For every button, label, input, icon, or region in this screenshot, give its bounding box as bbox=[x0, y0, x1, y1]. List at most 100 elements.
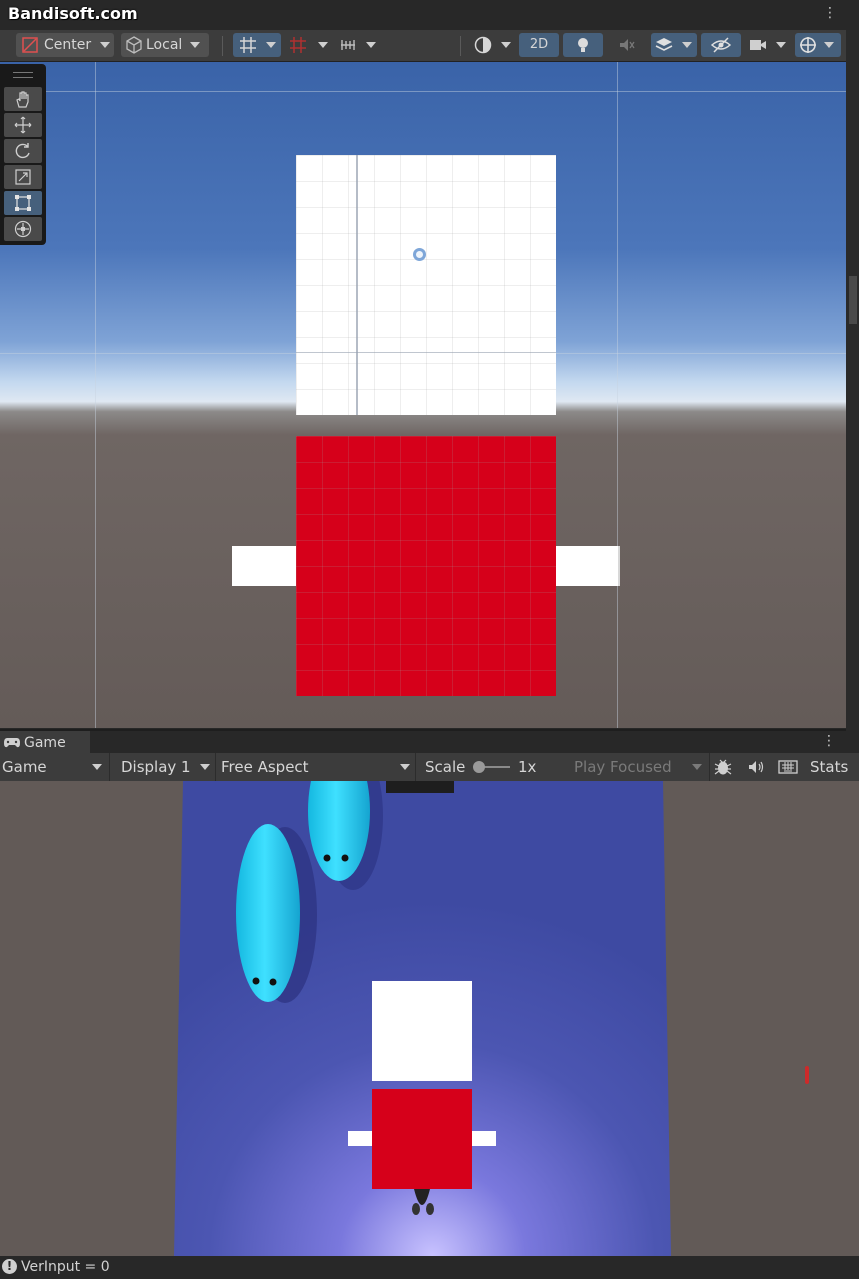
grid-line bbox=[95, 62, 96, 728]
play-mode-dropdown[interactable]: Play Focused bbox=[566, 753, 710, 781]
scrollbar-thumb[interactable] bbox=[849, 276, 857, 324]
gamepad-icon bbox=[4, 738, 20, 748]
ruler-icon bbox=[341, 40, 355, 50]
right-scrollbar[interactable] bbox=[846, 30, 859, 730]
gizmos-dropdown[interactable] bbox=[795, 33, 841, 57]
lighting-toggle[interactable] bbox=[563, 33, 603, 57]
mode-2d-label: 2D bbox=[529, 37, 549, 52]
fish-eye bbox=[269, 978, 277, 986]
play-mode-label: Play Focused bbox=[574, 758, 672, 776]
pivot-mode-label: Center bbox=[44, 37, 92, 53]
rotate-icon bbox=[15, 143, 30, 159]
pivot-rotation-dropdown[interactable]: Local bbox=[121, 33, 209, 57]
slider-thumb[interactable] bbox=[473, 761, 485, 773]
grid-line bbox=[617, 62, 618, 728]
chevron-down-icon bbox=[501, 42, 511, 48]
scale-slider[interactable]: Scale 1x bbox=[420, 753, 566, 781]
keyboard-icon bbox=[778, 760, 798, 774]
scale-tool-button[interactable] bbox=[4, 165, 42, 189]
red-block[interactable] bbox=[372, 1089, 472, 1189]
tab-game-label: Game bbox=[24, 735, 66, 751]
chevron-down-icon bbox=[100, 42, 111, 48]
keyboard-shortcuts-toggle[interactable] bbox=[777, 757, 799, 777]
rect-icon bbox=[15, 195, 31, 211]
audio-toggle[interactable] bbox=[607, 33, 647, 57]
pivot-icon bbox=[22, 37, 38, 53]
kebab-menu-icon[interactable]: ⋮ bbox=[823, 6, 837, 20]
game-mode-dropdown[interactable]: Game bbox=[0, 753, 110, 781]
scale-label: Scale bbox=[425, 758, 466, 776]
red-block[interactable] bbox=[296, 436, 556, 696]
transform-icon bbox=[14, 220, 32, 238]
player-leg bbox=[412, 1203, 420, 1215]
light-icon bbox=[578, 38, 588, 52]
rotate-tool-button[interactable] bbox=[4, 139, 42, 163]
game-render bbox=[174, 781, 809, 1256]
move-icon bbox=[14, 116, 32, 134]
camera-icon bbox=[750, 40, 766, 50]
increment-snap-toggle[interactable] bbox=[284, 33, 330, 57]
pivot-rotation-label: Local bbox=[146, 37, 183, 53]
debug-toggle[interactable] bbox=[712, 757, 734, 777]
fish-enemy[interactable] bbox=[236, 824, 300, 1002]
game-toolbar: Game Display 1 Free Aspect Scale 1x Play… bbox=[0, 753, 859, 781]
display-dropdown[interactable]: Display 1 bbox=[116, 753, 216, 781]
chevron-down-icon bbox=[776, 42, 786, 48]
shading-mode-dropdown[interactable] bbox=[470, 33, 516, 57]
tool-palette bbox=[0, 64, 46, 245]
console-message[interactable]: VerInput = 0 bbox=[21, 1256, 110, 1279]
camera-dropdown[interactable] bbox=[745, 33, 791, 57]
game-view[interactable] bbox=[0, 781, 846, 1256]
pivot-mode-dropdown[interactable]: Center bbox=[16, 33, 114, 57]
stats-button[interactable]: Stats bbox=[810, 753, 848, 781]
gizmo-icon bbox=[800, 37, 816, 53]
scene-visibility-toggle[interactable] bbox=[701, 33, 741, 57]
arm-edge bbox=[618, 546, 620, 586]
scene-view[interactable] bbox=[0, 62, 846, 728]
aspect-dropdown[interactable]: Free Aspect bbox=[216, 753, 416, 781]
mode-2d-toggle[interactable]: 2D bbox=[519, 33, 559, 57]
scale-icon bbox=[15, 169, 31, 185]
effects-icon bbox=[655, 38, 673, 51]
chevron-down-icon bbox=[318, 42, 328, 48]
shading-icon bbox=[474, 36, 492, 54]
grid-snap-toggle[interactable] bbox=[233, 33, 281, 57]
white-block[interactable] bbox=[372, 981, 472, 1081]
effects-dropdown[interactable] bbox=[651, 33, 697, 57]
toolbar-separator bbox=[460, 36, 461, 56]
grid-line bbox=[0, 91, 846, 92]
kebab-menu-icon[interactable]: ⋮ bbox=[822, 734, 836, 748]
bug-icon bbox=[714, 759, 732, 775]
red-marker bbox=[805, 1066, 809, 1084]
status-bar: ! VerInput = 0 bbox=[0, 1256, 859, 1279]
white-block[interactable] bbox=[296, 155, 556, 415]
palette-grip[interactable] bbox=[13, 72, 33, 78]
chevron-down-icon bbox=[400, 764, 410, 770]
game-mode-label: Game bbox=[2, 758, 47, 776]
tab-game[interactable]: Game bbox=[0, 731, 90, 755]
hand-icon bbox=[16, 91, 29, 108]
hand-tool-button[interactable] bbox=[4, 87, 42, 111]
display-label: Display 1 bbox=[121, 758, 191, 776]
fish-eye bbox=[323, 854, 331, 862]
grid-snap-icon bbox=[240, 37, 256, 53]
aspect-label: Free Aspect bbox=[221, 758, 309, 776]
mute-audio-toggle[interactable] bbox=[746, 757, 766, 777]
player-leg bbox=[426, 1203, 434, 1215]
game-view-edge bbox=[846, 781, 859, 1256]
chevron-down-icon bbox=[266, 42, 276, 48]
ruler-dropdown[interactable] bbox=[334, 33, 380, 57]
grid-line bbox=[296, 352, 556, 353]
scale-value: 1x bbox=[518, 758, 537, 776]
pivot-handle-icon[interactable] bbox=[413, 248, 426, 261]
increment-snap-icon bbox=[290, 37, 306, 53]
grid-line bbox=[356, 155, 358, 415]
local-cube-icon bbox=[126, 36, 142, 54]
chevron-down-icon bbox=[92, 764, 102, 770]
fish-eye bbox=[341, 854, 349, 862]
chevron-down-icon bbox=[682, 42, 692, 48]
transform-tool-button[interactable] bbox=[4, 217, 42, 241]
rect-tool-button[interactable] bbox=[4, 191, 42, 215]
move-tool-button[interactable] bbox=[4, 113, 42, 137]
chevron-down-icon bbox=[366, 42, 376, 48]
